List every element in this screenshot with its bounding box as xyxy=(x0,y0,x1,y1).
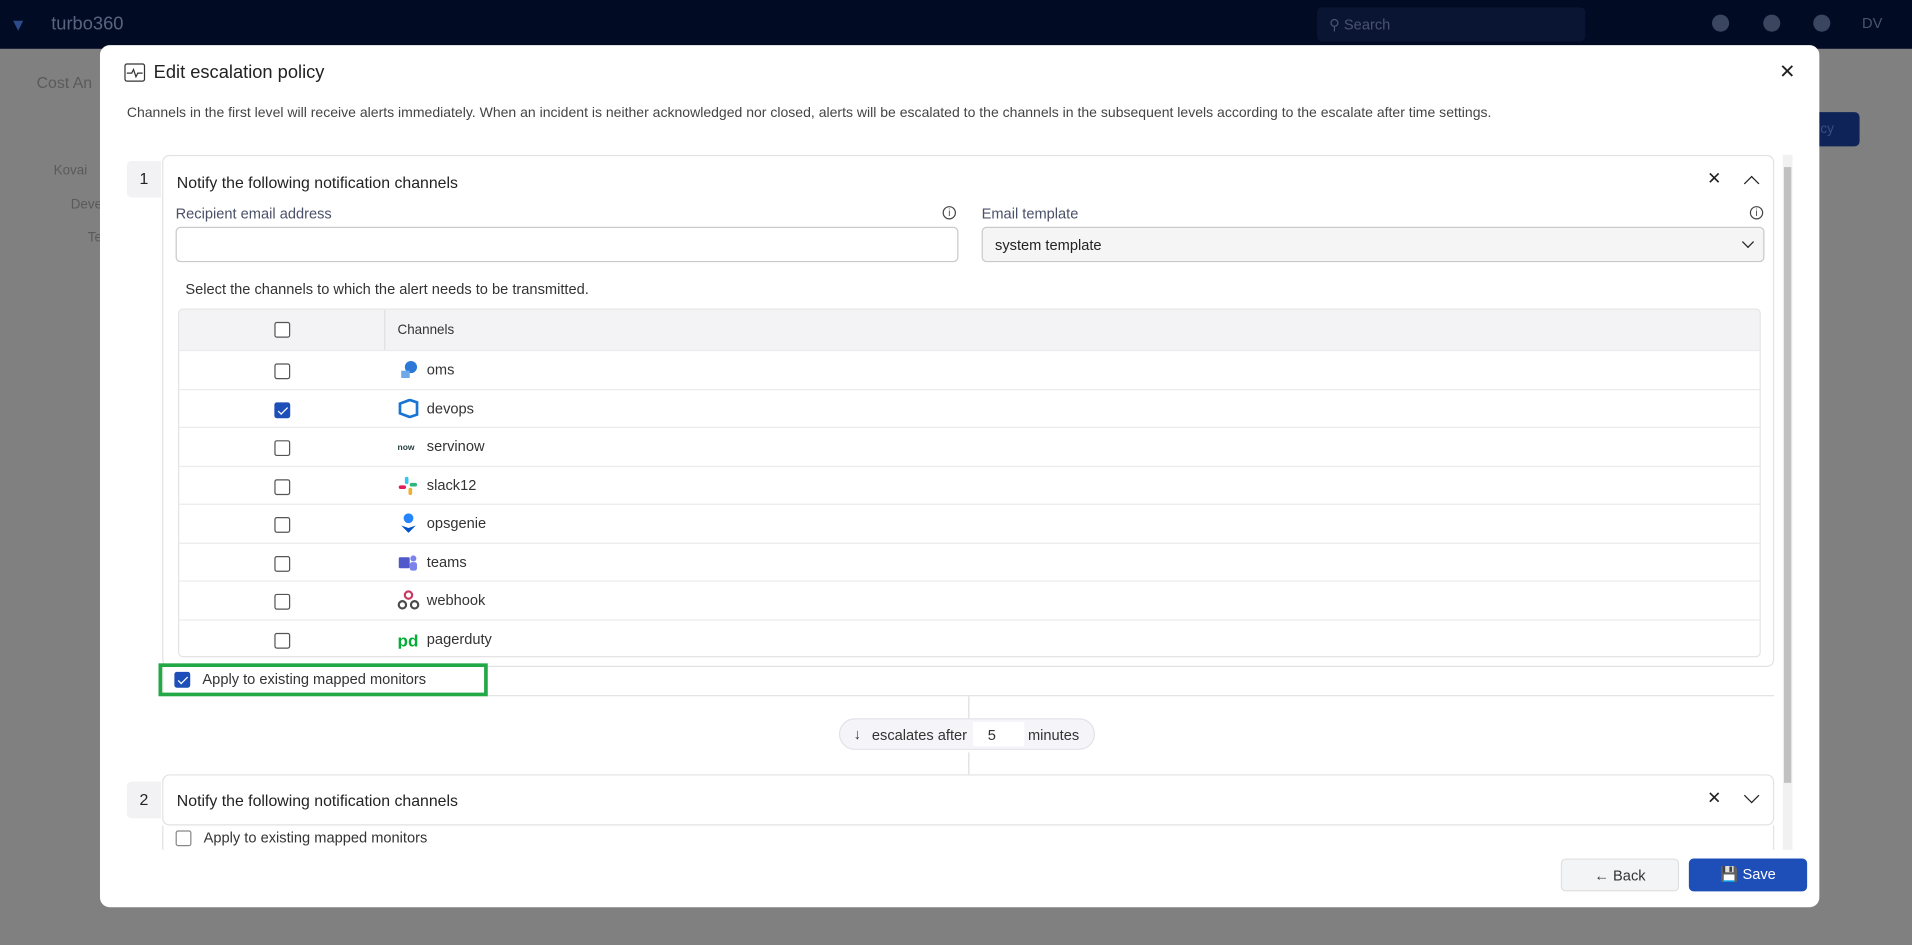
remove-level-icon[interactable]: ✕ xyxy=(1707,788,1721,809)
channel-row[interactable]: webhook xyxy=(179,580,1760,618)
edit-escalation-policy-dialog: Edit escalation policy ✕ Channels in the… xyxy=(99,45,1820,908)
arrow-down-icon: ↓ xyxy=(853,725,861,743)
channel-row[interactable]: now servinow xyxy=(179,426,1760,465)
slack-icon xyxy=(398,476,418,495)
channels-prompt: Select the channels to which the alert n… xyxy=(185,280,589,298)
remove-level-icon[interactable]: ✕ xyxy=(1707,168,1721,189)
channel-checkbox[interactable] xyxy=(274,593,291,610)
top-bar: ▼ turbo360 ⚲ Search DV xyxy=(0,0,1912,49)
channel-name: teams xyxy=(426,552,467,571)
background-page-title: Cost An xyxy=(36,73,93,92)
background-tree-item: Kovai xyxy=(53,163,88,179)
escalation-minutes-input[interactable]: 5 xyxy=(973,721,1025,747)
apply-existing-checkbox[interactable] xyxy=(174,671,191,688)
column-divider xyxy=(384,309,386,350)
help-icon[interactable] xyxy=(1813,14,1831,32)
back-label: Back xyxy=(1613,866,1646,885)
levels-scroll-area[interactable]: 1 Notify the following notification chan… xyxy=(126,154,1793,850)
channel-row[interactable]: teams xyxy=(179,542,1760,580)
select-all-checkbox[interactable] xyxy=(274,321,291,338)
minutes-label: minutes xyxy=(1027,726,1080,744)
level-number: 2 xyxy=(126,781,161,819)
apply-row: Apply to existing mapped monitors xyxy=(162,825,1775,850)
info-icon[interactable]: i xyxy=(942,206,957,220)
chevron-up-icon[interactable] xyxy=(1743,175,1760,192)
level-title: Notify the following notification channe… xyxy=(176,791,458,810)
channel-name: opsgenie xyxy=(426,514,487,532)
svg-text:now: now xyxy=(398,442,415,452)
dialog-title: Edit escalation policy xyxy=(153,62,325,83)
turbo360-logo-icon: ▼ xyxy=(9,14,27,35)
channel-row[interactable]: slack12 xyxy=(179,465,1760,503)
apply-highlight-box: Apply to existing mapped monitors xyxy=(158,663,488,697)
apply-existing-checkbox[interactable] xyxy=(175,830,192,847)
level-title: Notify the following notification channe… xyxy=(176,173,458,192)
apply-existing-label: Apply to existing mapped monitors xyxy=(203,829,428,847)
brand-name: turbo360 xyxy=(51,13,124,35)
escalates-after-label: escalates after xyxy=(871,726,968,744)
arrow-left-icon: ← xyxy=(1594,866,1609,885)
search-placeholder: Search xyxy=(1343,15,1391,33)
servicenow-icon: now xyxy=(398,442,415,452)
chevron-down-icon[interactable] xyxy=(1743,787,1760,804)
email-template-label: Email template xyxy=(981,204,1079,222)
channel-name: servinow xyxy=(426,437,485,455)
channel-name: slack12 xyxy=(426,476,477,494)
channel-row[interactable]: devops xyxy=(179,388,1760,426)
email-template-select[interactable]: system template xyxy=(981,226,1765,263)
notification-bell-icon[interactable] xyxy=(1763,14,1781,32)
channel-name: devops xyxy=(426,399,474,417)
escalation-delay: ↓ escalates after 5 minutes xyxy=(838,718,1096,750)
channel-name: oms xyxy=(426,360,455,379)
level-1-card: Notify the following notification channe… xyxy=(162,154,1775,668)
save-button[interactable]: 💾 Save xyxy=(1688,858,1808,892)
recipient-email-label: Recipient email address xyxy=(175,204,332,222)
pulse-icon xyxy=(124,63,146,82)
search-input[interactable]: ⚲ Search xyxy=(1316,7,1586,42)
webhook-icon xyxy=(397,590,420,610)
channel-checkbox[interactable] xyxy=(274,401,291,418)
info-icon[interactable]: i xyxy=(1749,206,1764,220)
level-number: 1 xyxy=(126,160,161,198)
announcement-icon[interactable] xyxy=(1712,14,1730,32)
svg-text:pd: pd xyxy=(398,631,419,648)
channels-table: Channels oms devops now servinow slack12 opsg… xyxy=(178,308,1761,658)
channel-row[interactable]: pd pagerduty xyxy=(179,618,1760,656)
close-icon[interactable]: ✕ xyxy=(1779,60,1795,84)
back-button[interactable]: ← Back xyxy=(1560,858,1680,892)
teams-icon xyxy=(398,554,418,571)
channel-name: pagerduty xyxy=(426,629,492,647)
dialog-description: Channels in the first level will receive… xyxy=(126,106,1492,121)
channel-checkbox[interactable] xyxy=(274,478,291,495)
channel-name: webhook xyxy=(426,591,486,609)
channel-checkbox[interactable] xyxy=(274,632,291,649)
recipient-email-input[interactable] xyxy=(175,226,959,263)
save-label: Save xyxy=(1742,865,1776,883)
oms-icon xyxy=(401,360,418,379)
connector-line xyxy=(968,696,970,719)
selected-template: system template xyxy=(995,236,1102,254)
opsgenie-icon xyxy=(401,513,416,533)
save-icon: 💾 xyxy=(1720,865,1739,883)
background-tree-item: Deve xyxy=(70,197,103,213)
channel-checkbox[interactable] xyxy=(274,555,291,572)
pagerduty-icon: pd xyxy=(398,631,419,648)
channels-header: Channels xyxy=(397,323,455,338)
azure-devops-icon xyxy=(398,398,419,418)
channel-checkbox[interactable] xyxy=(274,517,291,533)
channel-row[interactable]: oms xyxy=(179,349,1760,388)
apply-existing-label: Apply to existing mapped monitors xyxy=(202,670,427,688)
scrollbar-thumb[interactable] xyxy=(1783,167,1792,783)
screen: ▼ turbo360 ⚲ Search DV Cost An Kovai Dev… xyxy=(0,0,1912,945)
channel-row[interactable]: opsgenie xyxy=(179,503,1760,542)
table-header: Channels xyxy=(179,309,1760,350)
connector-line xyxy=(968,752,970,775)
channel-checkbox[interactable] xyxy=(274,363,291,380)
level-2-card: Notify the following notification channe… xyxy=(162,774,1775,826)
user-avatar[interactable]: DV xyxy=(1862,15,1882,32)
channel-checkbox[interactable] xyxy=(274,440,291,457)
